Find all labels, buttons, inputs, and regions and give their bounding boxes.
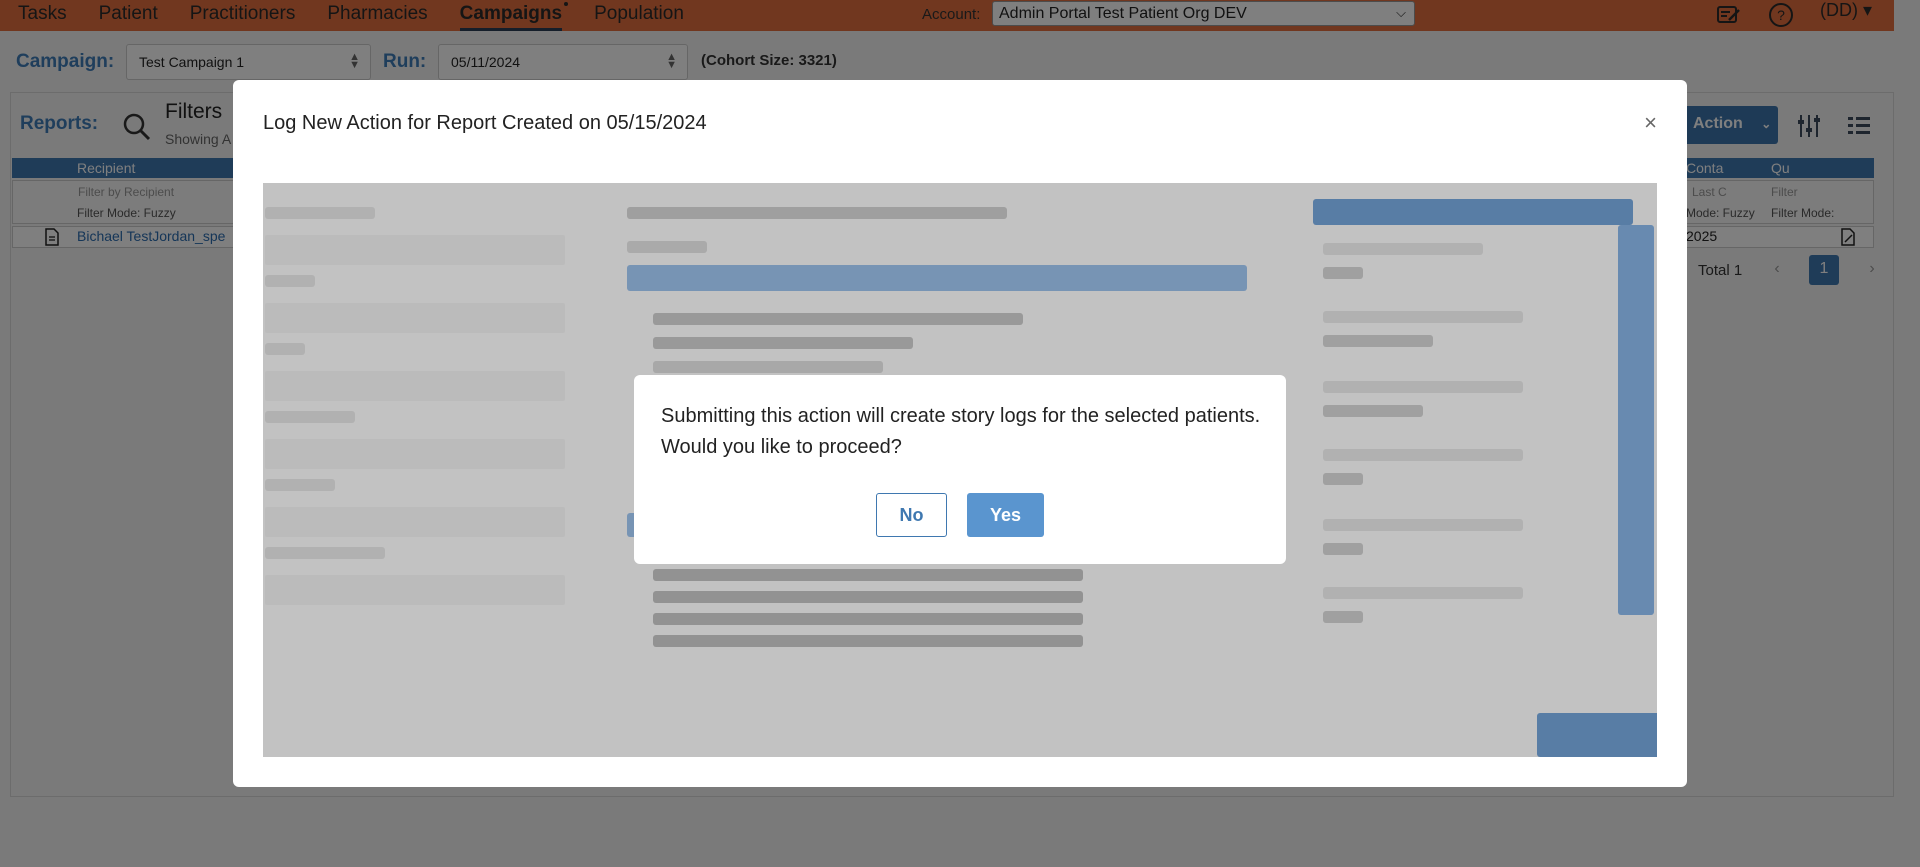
yes-button[interactable]: Yes	[967, 493, 1044, 537]
modal-title: Log New Action for Report Created on 05/…	[263, 112, 707, 134]
no-button[interactable]: No	[876, 493, 947, 537]
close-icon[interactable]: ×	[1644, 110, 1657, 136]
confirm-dialog: Submitting this action will create story…	[634, 375, 1286, 564]
confirm-message: Submitting this action will create story…	[661, 405, 1261, 458]
